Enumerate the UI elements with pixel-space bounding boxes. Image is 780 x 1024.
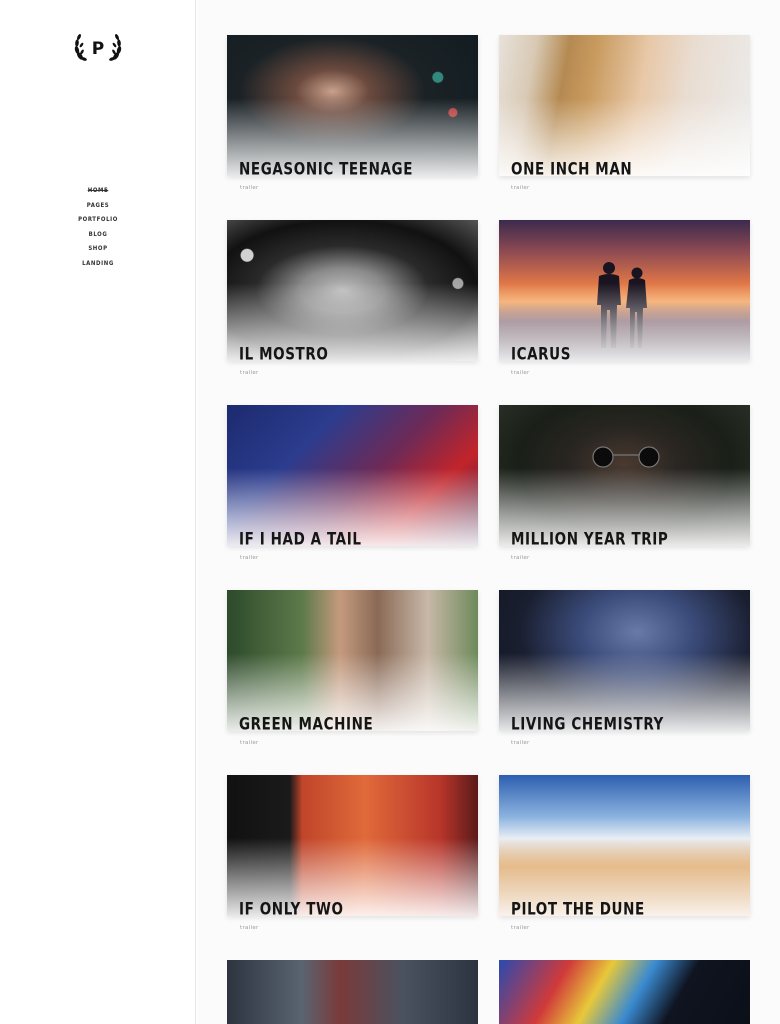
nav-item-home[interactable]: HOME [0,184,196,199]
portfolio-title: ONE INCH MAN [511,158,633,176]
nav-item-blog[interactable]: BLOG [0,228,196,243]
portfolio-card[interactable]: PILOT THE DUNE [499,775,750,916]
portfolio-card[interactable]: NEGASONIC TEENAGE [227,35,478,176]
laurel-logo-icon: P [74,34,122,61]
portfolio-title: LIVING CHEMISTRY [511,713,664,731]
portfolio-image [499,960,750,1024]
portfolio-category[interactable]: trailer [240,370,259,376]
portfolio-category[interactable]: trailer [240,925,259,931]
portfolio-title: ICARUS [511,343,572,361]
portfolio-category[interactable]: trailer [511,925,530,931]
portfolio-category[interactable]: trailer [240,185,259,191]
main-nav: HOME PAGES PORTFOLIO BLOG SHOP LANDING [0,184,196,272]
portfolio-card[interactable]: ICARUS [499,220,750,361]
portfolio-card[interactable]: LIVING CHEMISTRY [499,590,750,731]
portfolio-title: IF I HAD A TAIL [239,528,362,546]
sidebar: P HOME PAGES PORTFOLIO BLOG SHOP LANDING [0,0,196,1024]
portfolio-title: PILOT THE DUNE [511,898,645,916]
portfolio-card[interactable]: IF ONLY TWO [227,775,478,916]
portfolio-category[interactable]: trailer [240,555,259,561]
nav-item-shop[interactable]: SHOP [0,242,196,257]
portfolio-category[interactable]: trailer [511,740,530,746]
nav-item-portfolio[interactable]: PORTFOLIO [0,213,196,228]
portfolio-title: NEGASONIC TEENAGE [239,158,414,176]
portfolio-category[interactable]: trailer [511,370,530,376]
nav-item-pages[interactable]: PAGES [0,199,196,214]
portfolio-card[interactable]: MILLION YEAR TRIP [499,405,750,546]
portfolio-card[interactable]: ONE INCH MAN [499,35,750,176]
portfolio-title: GREEN MACHINE [239,713,374,731]
logo-letter: P [92,39,104,59]
portfolio-category[interactable]: trailer [511,185,530,191]
portfolio-card[interactable]: IF I HAD A TAIL [227,405,478,546]
portfolio-card[interactable]: GREEN MACHINE [227,590,478,731]
portfolio-card[interactable] [227,960,478,1024]
portfolio-card[interactable]: IL MOSTRO [227,220,478,361]
portfolio-card[interactable] [499,960,750,1024]
portfolio-title: MILLION YEAR TRIP [511,528,669,546]
portfolio-title: IF ONLY TWO [239,898,344,916]
logo[interactable]: P [70,30,126,64]
nav-item-landing[interactable]: LANDING [0,257,196,272]
portfolio-title: IL MOSTRO [239,343,329,361]
portfolio-category[interactable]: trailer [511,555,530,561]
portfolio-grid: NEGASONIC TEENAGE trailer ONE INCH MAN t… [197,0,780,1024]
portfolio-category[interactable]: trailer [240,740,259,746]
portfolio-image [227,960,478,1024]
